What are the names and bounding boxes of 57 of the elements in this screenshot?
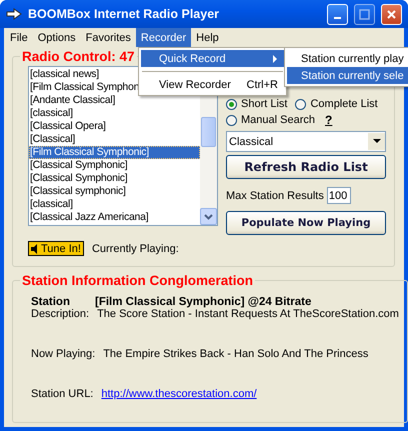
- currently-playing-label: Currently Playing:: [92, 242, 179, 254]
- field-label: Station: [31, 296, 71, 308]
- field-label: Station URL:: [31, 388, 94, 400]
- station-url-link[interactable]: http://www.thescorestation.com/: [101, 388, 257, 400]
- field-value: The Empire Strikes Back - Han Solo And The Princess: [103, 348, 368, 360]
- field-label: Now Playing:: [31, 348, 96, 360]
- menu-entry[interactable]: View Recorder Ctrl+R: [141, 76, 284, 93]
- dropdown-arrow-icon: [372, 139, 380, 144]
- field-value: The Score Station - Instant Requests At TheScoreStation.com: [97, 308, 399, 320]
- field-label: Description:: [31, 308, 90, 320]
- menu-entry[interactable]: Quick Record: [141, 50, 284, 67]
- submenu-arrow-icon: [273, 54, 278, 62]
- list-item[interactable]: [classical]: [29, 107, 200, 120]
- close-icon: [386, 8, 397, 20]
- scroll-down-button[interactable]: [200, 208, 217, 225]
- maximize-icon: [359, 8, 370, 20]
- group-title: Station Information Conglomeration: [21, 273, 254, 288]
- category-dropdown[interactable]: Classical: [226, 131, 386, 152]
- tune-in-button[interactable]: Tune In!: [28, 241, 84, 256]
- menu-item[interactable]: Recorder: [136, 28, 192, 47]
- menu-item[interactable]: Favorites: [80, 28, 136, 47]
- help-link[interactable]: ?: [325, 113, 332, 127]
- list-item[interactable]: [Classical]: [29, 133, 200, 146]
- list-item[interactable]: [Classical Symphonic]: [29, 159, 200, 172]
- radio-button[interactable]: [226, 98, 237, 110]
- minimize-button[interactable]: [327, 4, 348, 24]
- field-value: [Film Classical Symphonic] @24 Bitrate: [95, 296, 312, 308]
- close-button[interactable]: [381, 4, 402, 24]
- speaker-icon: [31, 244, 40, 254]
- menu-item[interactable]: Options: [32, 28, 81, 47]
- scroll-thumb[interactable]: [201, 117, 216, 147]
- max-results-field[interactable]: 100: [326, 187, 351, 204]
- radio-label: Complete List: [310, 98, 378, 110]
- list-item[interactable]: [Classical Symphonic]: [29, 172, 200, 185]
- menu-entry[interactable]: Station currently sele: [287, 67, 408, 84]
- list-item[interactable]: [Classical Jazz Americana]: [29, 211, 200, 224]
- list-item[interactable]: [classical]: [29, 198, 200, 211]
- window-title: BOOMBox Internet Radio Player: [28, 7, 220, 21]
- arrow-icon: [6, 8, 22, 20]
- menu-item[interactable]: Help: [191, 28, 224, 47]
- list-item[interactable]: [Film Classical Symphonic]: [29, 146, 200, 159]
- radio-button[interactable]: [226, 114, 237, 126]
- radio-button[interactable]: [295, 98, 306, 110]
- list-item[interactable]: [Andante Classical]: [29, 94, 200, 107]
- radio-label: Manual Search: [241, 114, 315, 126]
- menu-item[interactable]: File: [5, 28, 33, 47]
- refresh-button[interactable]: Refresh Radio List: [226, 155, 386, 179]
- list-item[interactable]: [Classical symphonic]: [29, 185, 200, 198]
- list-item[interactable]: [Classical Opera]: [29, 120, 200, 133]
- maximize-button[interactable]: [354, 4, 375, 24]
- group-title: Radio Control: 47: [21, 49, 136, 64]
- populate-button[interactable]: Populate Now Playing: [226, 211, 386, 235]
- radio-label: Short List: [241, 98, 288, 110]
- menu-entry[interactable]: Station currently play: [287, 50, 408, 67]
- max-results-label: Max Station Results: [226, 190, 324, 202]
- minimize-icon: [334, 17, 341, 19]
- chevron-down-icon: [204, 214, 213, 220]
